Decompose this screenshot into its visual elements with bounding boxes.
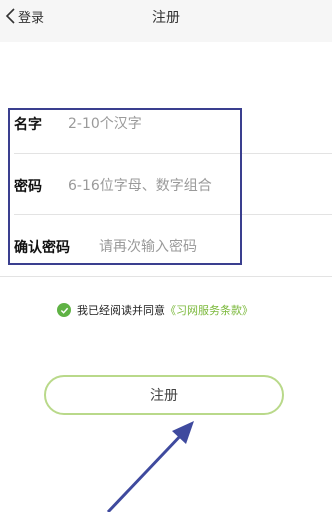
register-button[interactable]: 注册 (44, 375, 284, 415)
divider (14, 153, 332, 154)
name-label: 名字 (14, 117, 42, 133)
divider (14, 214, 332, 215)
agreement: 我已经阅读并同意 《习网服务条款》 (57, 301, 253, 319)
password-input[interactable] (68, 172, 240, 200)
name-row: 名字 (0, 95, 332, 153)
divider (0, 276, 332, 277)
agreement-text: 我已经阅读并同意 (77, 304, 165, 317)
confirm-password-row: 确认密码 (0, 218, 332, 276)
navigation-bar: 登录 注册 (0, 0, 332, 42)
confirm-password-input[interactable] (99, 233, 239, 261)
checkbox-checked-icon[interactable] (57, 303, 71, 317)
register-screen: 登录 注册 名字 密码 确认密码 我已经阅读并同意 《习网服务条款》 注册 (0, 0, 332, 512)
terms-link[interactable]: 《习网服务条款》 (165, 302, 253, 318)
page-title: 注册 (152, 10, 180, 26)
password-label: 密码 (14, 179, 42, 195)
confirm-password-label: 确认密码 (14, 240, 70, 256)
name-input[interactable] (68, 110, 238, 138)
password-row: 密码 (0, 157, 332, 215)
